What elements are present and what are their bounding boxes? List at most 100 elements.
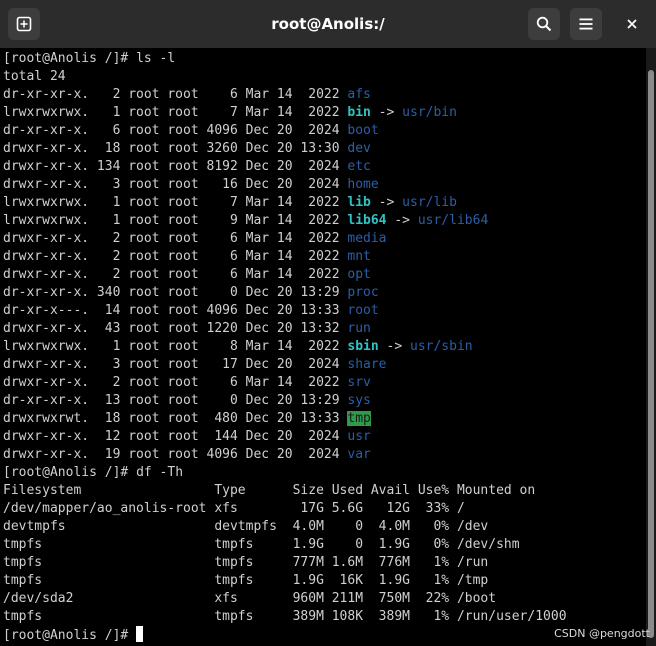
prompt: [root@Anolis /]# [3,51,137,66]
ls-meta: drwxr-xr-x. 18 root root 3260 Dec 20 13:… [3,141,348,156]
menu-button[interactable] [570,8,602,40]
ls-meta: drwxr-xr-x. 134 root root 8192 Dec 20 20… [3,159,348,174]
ls-meta: drwxr-xr-x. 12 root root 144 Dec 20 2024 [3,429,348,444]
search-button[interactable] [528,8,560,40]
scrollbar-thumb[interactable] [648,70,654,638]
watermark: CSDN @pengdott [554,627,650,640]
link-target: usr/bin [402,105,457,120]
ls-name: var [347,447,371,462]
df-row: tmpfs tmpfs 389M 108K 389M 1% /run/user/… [3,609,567,624]
search-icon [536,16,552,32]
ls-name: srv [347,375,371,390]
link-target: usr/lib64 [417,213,489,228]
ls-meta: drwxr-xr-x. 2 root root 6 Mar 14 2022 [3,249,348,264]
ls-name: afs [347,87,371,102]
ls-name: sbin [347,339,379,354]
ls-name: lib64 [347,213,387,228]
ls-name: tmp [347,411,371,426]
ls-entry: drwxr-xr-x. 12 root root 144 Dec 20 2024… [3,428,567,446]
ls-meta: dr-xr-xr-x. 340 root root 0 Dec 20 13:29 [3,285,348,300]
ls-entry: dr-xr-x---. 14 root root 4096 Dec 20 13:… [3,302,567,320]
ls-total: total 24 [3,69,66,84]
ls-name: lib [347,195,371,210]
df-header: Filesystem Type Size Used Avail Use% Mou… [3,483,536,498]
ls-name: usr [347,429,371,444]
ls-meta: dr-xr-xr-x. 13 root root 0 Dec 20 13:29 [3,393,348,408]
ls-entry: drwxr-xr-x. 2 root root 6 Mar 14 2022 op… [3,266,567,284]
scrollbar[interactable] [646,48,656,646]
close-icon [627,19,637,29]
command: df -Th [136,465,184,480]
ls-name: proc [347,285,379,300]
ls-entry: lrwxrwxrwx. 1 root root 9 Mar 14 2022 li… [3,212,567,230]
df-row: devtmpfs devtmpfs 4.0M 0 4.0M 0% /dev [3,519,489,534]
ls-entry: drwxr-xr-x. 19 root root 4096 Dec 20 202… [3,446,567,464]
ls-name: sys [347,393,371,408]
ls-name: opt [347,267,371,282]
ls-entry: drwxr-xr-x. 2 root root 6 Mar 14 2022 me… [3,230,567,248]
ls-entry: drwxr-xr-x. 3 root root 16 Dec 20 2024 h… [3,176,567,194]
prompt-line: [root@Anolis /]# [3,626,567,644]
ls-entry: drwxrwxrwt. 18 root root 480 Dec 20 13:3… [3,410,567,428]
prompt-line: [root@Anolis /]# df -Th [3,464,567,482]
ls-meta: drwxr-xr-x. 43 root root 1220 Dec 20 13:… [3,321,348,336]
ls-entry: dr-xr-xr-x. 13 root root 0 Dec 20 13:29 … [3,392,567,410]
ls-meta: drwxr-xr-x. 3 root root 17 Dec 20 2024 [3,357,348,372]
ls-meta: dr-xr-xr-x. 6 root root 4096 Dec 20 2024 [3,123,348,138]
ls-entry: drwxr-xr-x. 3 root root 17 Dec 20 2024 s… [3,356,567,374]
ls-name: dev [347,141,371,156]
ls-entry: lrwxrwxrwx. 1 root root 8 Mar 14 2022 sb… [3,338,567,356]
ls-entry: drwxr-xr-x. 43 root root 1220 Dec 20 13:… [3,320,567,338]
ls-entry: dr-xr-xr-x. 2 root root 6 Mar 14 2022 af… [3,86,567,104]
ls-name: run [347,321,371,336]
ls-entry: drwxr-xr-x. 18 root root 3260 Dec 20 13:… [3,140,567,158]
prompt-line: [root@Anolis /]# ls -l [3,50,567,68]
ls-meta: drwxr-xr-x. 19 root root 4096 Dec 20 202… [3,447,348,462]
ls-meta: lrwxrwxrwx. 1 root root 8 Mar 14 2022 [3,339,348,354]
ls-entry: dr-xr-xr-x. 340 root root 0 Dec 20 13:29… [3,284,567,302]
link-target: usr/sbin [410,339,473,354]
ls-meta: drwxrwxrwt. 18 root root 480 Dec 20 13:3… [3,411,348,426]
link-arrow: -> [370,105,403,120]
ls-name: share [347,357,387,372]
cursor [136,626,144,642]
ls-meta: dr-xr-x---. 14 root root 4096 Dec 20 13:… [3,303,348,318]
df-row: tmpfs tmpfs 1.9G 16K 1.9G 1% /tmp [3,573,489,588]
close-button[interactable] [616,8,648,40]
ls-name: etc [347,159,371,174]
prompt: [root@Anolis /]# [3,628,137,643]
ls-entry: lrwxrwxrwx. 1 root root 7 Mar 14 2022 li… [3,194,567,212]
ls-entry: drwxr-xr-x. 2 root root 6 Mar 14 2022 mn… [3,248,567,266]
hamburger-menu-icon [579,18,593,30]
ls-meta: lrwxrwxrwx. 1 root root 9 Mar 14 2022 [3,213,348,228]
command: ls -l [136,51,176,66]
ls-meta: drwxr-xr-x. 2 root root 6 Mar 14 2022 [3,231,348,246]
terminal-lines: [root@Anolis /]# ls -l total 24 dr-xr-xr-x… [3,50,567,644]
df-row: tmpfs tmpfs 1.9G 0 1.9G 0% /dev/shm [3,537,520,552]
terminal-output[interactable]: [root@Anolis /]# ls -l total 24 dr-xr-xr-x… [0,48,646,646]
ls-meta: drwxr-xr-x. 2 root root 6 Mar 14 2022 [3,375,348,390]
ls-meta: lrwxrwxrwx. 1 root root 7 Mar 14 2022 [3,105,348,120]
ls-name: bin [347,105,371,120]
link-arrow: -> [378,339,410,354]
ls-meta: lrwxrwxrwx. 1 root root 7 Mar 14 2022 [3,195,348,210]
ls-entry: drwxr-xr-x. 2 root root 6 Mar 14 2022 sr… [3,374,567,392]
ls-name: boot [347,123,379,138]
ls-meta: drwxr-xr-x. 3 root root 16 Dec 20 2024 [3,177,348,192]
ls-entry: drwxr-xr-x. 134 root root 8192 Dec 20 20… [3,158,567,176]
prompt: [root@Anolis /]# [3,465,137,480]
link-arrow: -> [370,195,403,210]
ls-name: root [347,303,379,318]
ls-name: media [347,231,387,246]
df-row: /dev/mapper/ao_anolis-root xfs 17G 5.6G … [3,501,465,516]
ls-name: home [347,177,379,192]
ls-name: mnt [347,249,371,264]
df-row: /dev/sda2 xfs 960M 211M 750M 22% /boot [3,591,497,606]
link-arrow: -> [386,213,418,228]
df-row: tmpfs tmpfs 777M 1.6M 776M 1% /run [3,555,489,570]
link-target: usr/lib [402,195,457,210]
ls-meta: drwxr-xr-x. 2 root root 6 Mar 14 2022 [3,267,348,282]
ls-meta: dr-xr-xr-x. 2 root root 6 Mar 14 2022 [3,87,348,102]
title-bar: root@Anolis:/ [0,0,656,48]
ls-entry: dr-xr-xr-x. 6 root root 4096 Dec 20 2024… [3,122,567,140]
